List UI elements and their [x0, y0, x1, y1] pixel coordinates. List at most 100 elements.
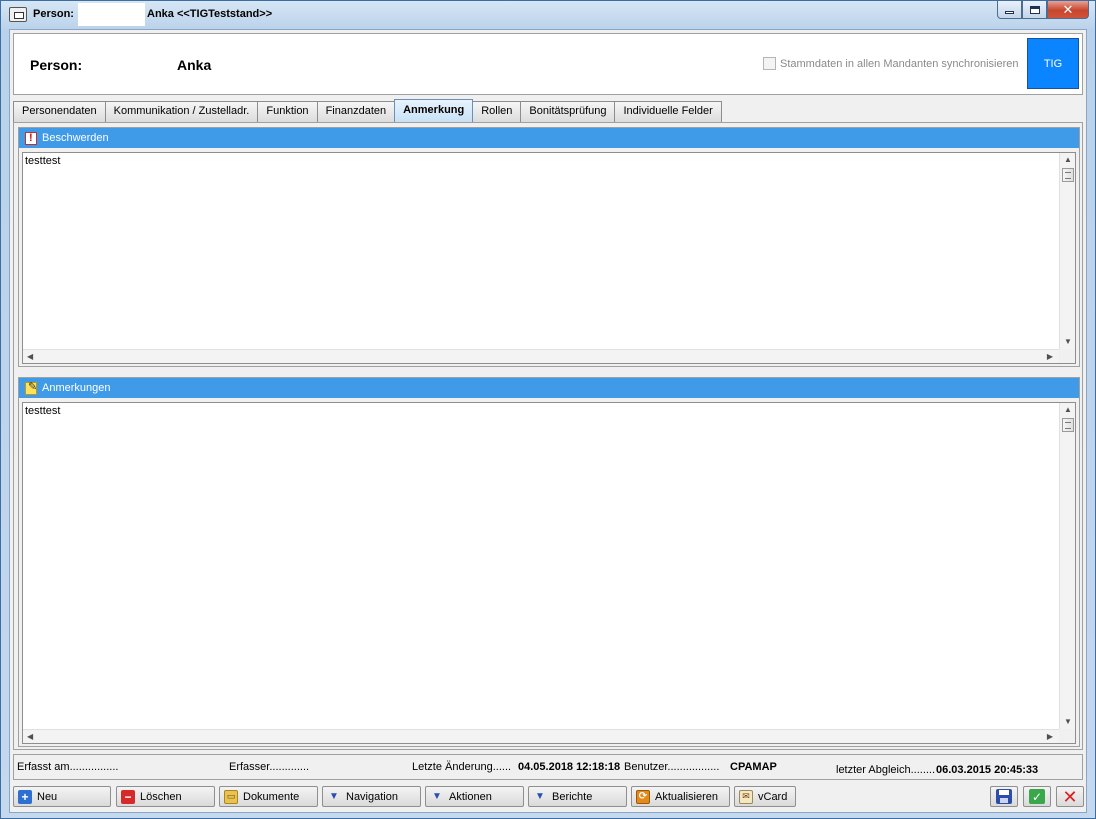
- notes-text[interactable]: testtest: [25, 405, 60, 417]
- changed-label: Letzte Änderung......: [412, 761, 512, 773]
- tig-label: TIG: [1043, 57, 1063, 70]
- save-icon: [996, 789, 1012, 804]
- tab-strip: Personendaten Kommunikation / Zustelladr…: [13, 99, 722, 122]
- scroll-down-icon[interactable]: ▼: [1064, 338, 1072, 346]
- complaints-textarea[interactable]: testtest ▲ ▼ ◀ ▶: [22, 152, 1076, 364]
- tab-bonitaetspruefung[interactable]: Bonitätsprüfung: [520, 101, 616, 122]
- minus-icon: −: [121, 789, 135, 804]
- refresh-icon: ⟳: [636, 789, 650, 804]
- person-label: Person:: [30, 57, 83, 73]
- maximize-icon: [1029, 5, 1040, 14]
- refresh-button-label: Aktualisieren: [655, 790, 718, 803]
- sync-checkbox[interactable]: [763, 57, 776, 70]
- last-sync-value: 06.03.2015 20:45:33: [936, 764, 1039, 776]
- tab-finanzdaten[interactable]: Finanzdaten: [316, 101, 396, 122]
- ok-button[interactable]: ✓: [1023, 786, 1051, 807]
- scroll-thumb[interactable]: [1062, 418, 1074, 432]
- delete-button[interactable]: − Löschen: [116, 786, 215, 807]
- actions-button-label: Aktionen: [449, 790, 492, 803]
- tig-badge: TIG: [1027, 38, 1079, 89]
- delete-button-label: Löschen: [140, 790, 182, 803]
- scroll-left-icon[interactable]: ◀: [27, 353, 33, 361]
- client-area: Person: Anka Stammdaten in allen Mandant…: [9, 29, 1087, 813]
- scroll-left-icon[interactable]: ◀: [27, 733, 33, 741]
- title-name: Anka <<TIGTeststand>>: [147, 8, 273, 20]
- last-sync-label: letzter Abgleich........: [836, 764, 936, 776]
- record-info-bar: Erfasst am................ Erfasser.....…: [13, 754, 1083, 780]
- notes-title: Anmerkungen: [42, 382, 111, 394]
- reports-button[interactable]: ▼ Berichte: [528, 786, 627, 807]
- user-label: Benutzer.................: [624, 761, 720, 773]
- main-window: Person: Anka <<TIGTeststand>> ✕ Person: …: [0, 0, 1096, 819]
- scroll-up-icon[interactable]: ▲: [1064, 156, 1072, 164]
- checkmark-icon: ✓: [1029, 789, 1045, 804]
- complaints-hscrollbar[interactable]: ◀ ▶: [23, 349, 1059, 363]
- scroll-corner: [1059, 349, 1075, 363]
- new-button-label: Neu: [37, 790, 58, 803]
- notes-vscrollbar[interactable]: ▲ ▼: [1059, 403, 1075, 729]
- complaints-title: Beschwerden: [42, 132, 109, 144]
- notes-section: Anmerkungen testtest ▲ ▼ ◀ ▶: [18, 377, 1080, 747]
- person-header: Person: Anka Stammdaten in allen Mandant…: [13, 33, 1083, 95]
- title-bar[interactable]: Person: Anka <<TIGTeststand>> ✕: [1, 1, 1095, 27]
- notes-textarea[interactable]: testtest ▲ ▼ ◀ ▶: [22, 402, 1076, 744]
- complaints-header: Beschwerden: [19, 128, 1079, 148]
- folder-icon: ▭: [224, 789, 238, 804]
- tab-funktion[interactable]: Funktion: [257, 101, 318, 122]
- tab-personendaten[interactable]: Personendaten: [13, 101, 106, 122]
- chevron-down-icon: ▼: [329, 790, 339, 802]
- navigation-button[interactable]: ▼ Navigation: [322, 786, 421, 807]
- notes-header: Anmerkungen: [19, 378, 1079, 398]
- tab-individuelle-felder[interactable]: Individuelle Felder: [614, 101, 722, 122]
- created-label: Erfasst am................: [17, 761, 119, 773]
- complaints-section: Beschwerden testtest ▲ ▼ ◀ ▶: [18, 127, 1080, 367]
- tab-content: Beschwerden testtest ▲ ▼ ◀ ▶: [13, 122, 1083, 750]
- window-menu-icon[interactable]: [9, 7, 27, 22]
- scroll-corner: [1059, 729, 1075, 743]
- complaints-vscrollbar[interactable]: ▲ ▼: [1059, 153, 1075, 349]
- complaints-text[interactable]: testtest: [25, 155, 60, 167]
- sync-checkbox-wrap[interactable]: Stammdaten in allen Mandanten synchronis…: [763, 57, 1018, 70]
- user-value: CPAMAP: [730, 761, 777, 773]
- new-button[interactable]: + Neu: [13, 786, 111, 807]
- minimize-icon: [1005, 11, 1014, 14]
- scroll-up-icon[interactable]: ▲: [1064, 406, 1072, 414]
- tab-kommunikation[interactable]: Kommunikation / Zustelladr.: [104, 101, 259, 122]
- title-prefix: Person:: [33, 8, 74, 20]
- window-controls: ✕: [997, 1, 1089, 20]
- close-icon: ✕: [1062, 1, 1074, 17]
- tab-anmerkung[interactable]: Anmerkung: [394, 99, 474, 122]
- navigation-button-label: Navigation: [346, 790, 398, 803]
- close-icon: ✕: [1062, 786, 1078, 807]
- scroll-thumb[interactable]: [1062, 168, 1074, 182]
- note-pencil-icon: [25, 380, 37, 395]
- vcard-icon: ✉: [739, 789, 753, 804]
- chevron-down-icon: ▼: [432, 790, 442, 802]
- action-toolbar: + Neu − Löschen ▭ Dokumente ▼ Navigation…: [13, 786, 1084, 808]
- reports-button-label: Berichte: [552, 790, 593, 803]
- warning-icon: [25, 131, 37, 145]
- notes-hscrollbar[interactable]: ◀ ▶: [23, 729, 1059, 743]
- documents-button[interactable]: ▭ Dokumente: [219, 786, 318, 807]
- maximize-button[interactable]: [1022, 1, 1047, 19]
- chevron-down-icon: ▼: [535, 790, 545, 802]
- scroll-right-icon[interactable]: ▶: [1047, 353, 1053, 361]
- vcard-button-label: vCard: [758, 790, 788, 803]
- sync-checkbox-label: Stammdaten in allen Mandanten synchronis…: [780, 57, 1019, 70]
- cancel-button[interactable]: ✕: [1056, 786, 1084, 807]
- documents-button-label: Dokumente: [243, 790, 300, 803]
- actions-button[interactable]: ▼ Aktionen: [425, 786, 524, 807]
- creator-label: Erfasser.............: [229, 761, 310, 773]
- minimize-button[interactable]: [997, 1, 1022, 19]
- refresh-button[interactable]: ⟳ Aktualisieren: [631, 786, 730, 807]
- tab-rollen[interactable]: Rollen: [472, 101, 522, 122]
- scroll-right-icon[interactable]: ▶: [1047, 733, 1053, 741]
- save-button[interactable]: [990, 786, 1018, 807]
- vcard-button[interactable]: ✉ vCard: [734, 786, 796, 807]
- person-name: Anka: [177, 57, 212, 73]
- changed-value: 04.05.2018 12:18:18: [518, 761, 621, 773]
- plus-icon: +: [18, 789, 32, 804]
- close-window-button[interactable]: ✕: [1047, 1, 1089, 19]
- scroll-down-icon[interactable]: ▼: [1064, 718, 1072, 726]
- redacted-block: [78, 3, 145, 26]
